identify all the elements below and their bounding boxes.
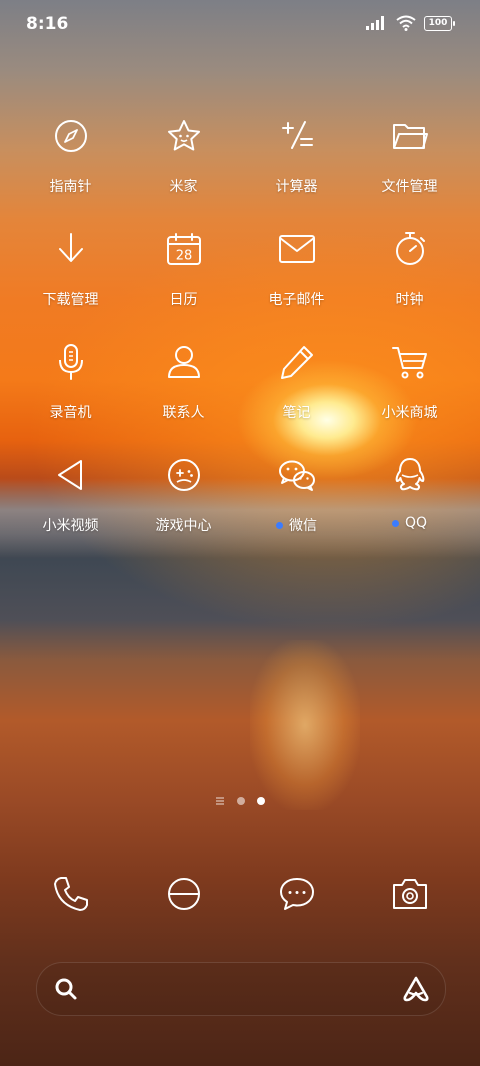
wifi-icon xyxy=(396,15,416,31)
dock-messages[interactable] xyxy=(240,872,353,916)
page-indicator[interactable] xyxy=(0,796,480,806)
gamepad-icon xyxy=(167,459,200,491)
search-bar[interactable] xyxy=(36,962,446,1016)
app-recorder[interactable]: 录音机 xyxy=(14,334,127,447)
calculator-icon xyxy=(281,121,313,149)
app-label: 日历 xyxy=(169,292,198,308)
message-icon xyxy=(279,878,314,910)
microphone-icon xyxy=(58,344,83,380)
wallpaper-shore-glow xyxy=(250,640,360,810)
page-dot xyxy=(237,797,245,805)
app-label: 指南针 xyxy=(49,179,92,195)
clock-icon xyxy=(395,232,425,265)
dock-phone[interactable] xyxy=(14,872,127,916)
play-icon xyxy=(57,460,82,490)
menu-lines-icon xyxy=(216,797,224,805)
app-row: 指南针 米家 计算器 文件管理 xyxy=(14,108,466,221)
app-label: 录音机 xyxy=(49,405,92,421)
app-mi-video[interactable]: 小米视频 xyxy=(14,447,127,560)
download-icon xyxy=(58,233,83,262)
notification-dot xyxy=(276,521,283,529)
folder-icon xyxy=(392,124,428,149)
app-label: 下载管理 xyxy=(42,292,99,308)
app-label: 小米视频 xyxy=(42,518,99,534)
app-file-manager[interactable]: 文件管理 xyxy=(353,108,466,221)
browser-icon xyxy=(167,878,200,910)
app-calculator[interactable]: 计算器 xyxy=(240,108,353,221)
app-label: 联系人 xyxy=(162,405,205,421)
app-label: 文件管理 xyxy=(381,179,438,195)
app-label: 微信 xyxy=(289,518,317,534)
app-notes[interactable]: 笔记 xyxy=(240,334,353,447)
search-icon xyxy=(55,978,77,1000)
status-icons: 100 xyxy=(366,15,455,31)
app-contacts[interactable]: 联系人 xyxy=(127,334,240,447)
star-icon xyxy=(167,120,200,151)
app-mi-store[interactable]: 小米商城 xyxy=(353,334,466,447)
app-label: 电子邮件 xyxy=(268,292,325,308)
app-row: 下载管理 28 日历 电子邮件 时钟 xyxy=(14,221,466,334)
calendar-icon: 28 xyxy=(166,233,201,265)
status-time: 8:16 xyxy=(26,14,69,34)
phone-icon xyxy=(53,877,88,911)
assistant-button[interactable] xyxy=(401,975,431,1007)
app-qq[interactable]: QQ xyxy=(353,447,466,560)
notification-dot xyxy=(391,519,399,527)
app-label: QQ xyxy=(404,515,428,531)
camera-icon xyxy=(392,879,427,909)
page-dot-active xyxy=(257,797,265,805)
app-mijia[interactable]: 米家 xyxy=(127,108,240,221)
dock-camera[interactable] xyxy=(353,872,466,916)
mail-icon xyxy=(278,235,315,263)
app-calendar[interactable]: 28 日历 xyxy=(127,221,240,334)
contact-icon xyxy=(167,346,200,378)
app-email[interactable]: 电子邮件 xyxy=(240,221,353,334)
app-grid: 指南针 米家 计算器 文件管理 下载管理 28 日历 电子邮件 时钟 录音机 联… xyxy=(14,108,466,560)
app-downloads[interactable]: 下载管理 xyxy=(14,221,127,334)
qq-icon xyxy=(395,458,424,491)
status-bar: 8:16 100 xyxy=(0,0,480,50)
app-row: 录音机 联系人 笔记 小米商城 xyxy=(14,334,466,447)
app-label: 米家 xyxy=(169,179,198,195)
assistant-icon xyxy=(403,976,429,1002)
app-clock[interactable]: 时钟 xyxy=(353,221,466,334)
app-row: 小米视频 游戏中心 微信 QQ xyxy=(14,447,466,560)
dock-browser[interactable] xyxy=(127,872,240,916)
app-label: 时钟 xyxy=(395,292,424,308)
app-label-with-badge: 微信 xyxy=(276,515,317,535)
cart-icon xyxy=(391,347,427,379)
app-game-center[interactable]: 游戏中心 xyxy=(127,447,240,560)
app-wechat[interactable]: 微信 xyxy=(240,447,353,560)
pencil-icon xyxy=(280,346,313,379)
app-label: 笔记 xyxy=(282,405,311,421)
app-compass[interactable]: 指南针 xyxy=(14,108,127,221)
signal-icon xyxy=(366,16,384,30)
app-label: 小米商城 xyxy=(381,405,438,421)
calendar-date: 28 xyxy=(175,249,192,264)
battery-icon: 100 xyxy=(424,15,455,31)
app-label: 计算器 xyxy=(275,179,318,195)
search-button[interactable] xyxy=(53,976,79,1006)
wechat-icon xyxy=(278,460,315,491)
app-label-with-badge: QQ xyxy=(391,515,428,531)
dock xyxy=(14,872,466,916)
app-label: 游戏中心 xyxy=(155,518,212,534)
compass-icon xyxy=(54,120,87,152)
